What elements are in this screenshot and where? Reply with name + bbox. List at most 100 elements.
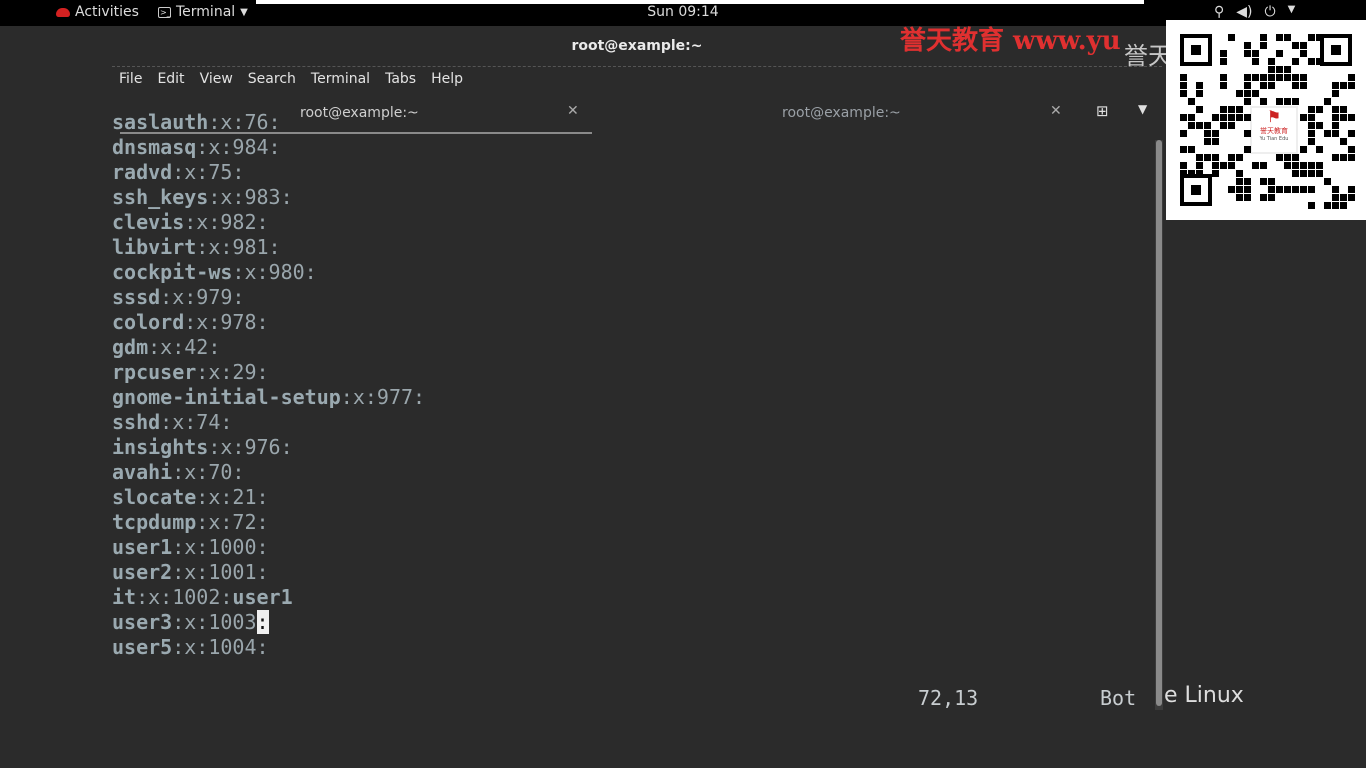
qr-module <box>1284 74 1291 81</box>
terminal-line: gnome-initial-setup:x:977: <box>112 385 1156 410</box>
qr-module <box>1204 122 1211 129</box>
terminal-line: user5:x:1004: <box>112 635 1156 660</box>
qr-module <box>1300 186 1307 193</box>
qr-module <box>1268 186 1275 193</box>
qr-module <box>1220 74 1227 81</box>
clock[interactable]: Sun 09:14 <box>0 4 1366 20</box>
menu-edit[interactable]: Edit <box>150 67 192 94</box>
qr-module <box>1284 98 1291 105</box>
terminal-line: user1:x:1000: <box>112 535 1156 560</box>
qr-module <box>1348 146 1355 153</box>
qr-module <box>1220 114 1227 121</box>
group-fields: :x:982: <box>184 210 269 234</box>
group-fields: :x:977: <box>340 385 426 409</box>
qr-module <box>1220 162 1227 169</box>
qr-module <box>1260 74 1267 81</box>
qr-module <box>1244 82 1251 89</box>
qr-logo: ⚑ 誉天教育 Yu Tian Edu <box>1250 106 1298 154</box>
qr-module <box>1308 34 1315 41</box>
menu-view[interactable]: View <box>193 67 241 94</box>
scroll-indicator: Bot <box>1100 686 1137 710</box>
qr-module <box>1300 114 1307 121</box>
group-name: insights <box>112 435 209 459</box>
qr-module <box>1308 138 1315 145</box>
terminal-line: user3:x:1003: <box>112 610 1156 635</box>
qr-module <box>1220 122 1227 129</box>
menu-search[interactable]: Search <box>241 67 304 94</box>
group-name: sssd <box>112 285 161 309</box>
menu-file[interactable]: File <box>112 67 150 94</box>
qr-module <box>1268 66 1275 73</box>
qr-module <box>1292 74 1299 81</box>
group-fields: :x:981: <box>196 235 281 259</box>
qr-module <box>1324 130 1331 137</box>
qr-module <box>1340 138 1347 145</box>
menu-tabs[interactable]: Tabs <box>378 67 424 94</box>
qr-module <box>1292 42 1299 49</box>
group-name: rpcuser <box>112 360 197 384</box>
qr-module <box>1228 122 1235 129</box>
group-member: user1 <box>232 585 293 609</box>
overlay-strip <box>256 0 1144 4</box>
qr-module <box>1244 186 1251 193</box>
qr-module <box>1348 114 1355 121</box>
group-name: gnome-initial-setup <box>112 385 341 409</box>
qr-module <box>1260 82 1267 89</box>
qr-module <box>1316 58 1323 65</box>
qr-module <box>1252 74 1259 81</box>
system-status-menu[interactable]: ⚲ ◀) ⏻ ▼ <box>1214 4 1295 20</box>
qr-module <box>1284 154 1291 161</box>
qr-module <box>1204 154 1211 161</box>
qr-module <box>1212 130 1219 137</box>
group-fields: :x:1001: <box>172 560 269 584</box>
group-fields: :x:29: <box>196 360 269 384</box>
terminal-line: radvd:x:75: <box>112 160 1156 185</box>
terminal-output[interactable]: saslauth:x:76: dnsmasq:x:984: radvd:x:75: s… <box>112 110 1156 710</box>
qr-module <box>1300 162 1307 169</box>
qr-module <box>1276 154 1283 161</box>
qr-module <box>1276 50 1283 57</box>
qr-module <box>1244 194 1251 201</box>
qr-module <box>1284 162 1291 169</box>
group-name: sshd <box>112 410 161 434</box>
qr-module <box>1220 58 1227 65</box>
terminal-line: gdm:x:42: <box>112 335 1156 360</box>
group-fields: :x:42: <box>148 335 221 359</box>
terminal-line: cockpit-ws:x:980: <box>112 260 1156 285</box>
qr-module <box>1244 90 1251 97</box>
menu-terminal[interactable]: Terminal <box>304 67 378 94</box>
qr-module <box>1340 82 1347 89</box>
group-fields: :x:70: <box>172 460 245 484</box>
qr-module <box>1228 162 1235 169</box>
qr-module <box>1300 146 1307 153</box>
qr-module <box>1180 146 1187 153</box>
qr-module <box>1308 122 1315 129</box>
group-fields: :x:21: <box>196 485 269 509</box>
qr-module <box>1308 170 1315 177</box>
scrollbar-thumb[interactable] <box>1156 140 1162 706</box>
qr-module <box>1196 90 1203 97</box>
qr-module <box>1204 138 1211 145</box>
group-name: avahi <box>112 460 173 484</box>
qr-module <box>1276 98 1283 105</box>
qr-module <box>1324 178 1331 185</box>
qr-module <box>1340 114 1347 121</box>
qr-module <box>1196 170 1203 177</box>
qr-module <box>1332 194 1339 201</box>
qr-module <box>1244 98 1251 105</box>
qr-module <box>1292 98 1299 105</box>
terminal-line: libvirt:x:981: <box>112 235 1156 260</box>
qr-module <box>1276 186 1283 193</box>
group-name: user3 <box>112 610 173 634</box>
group-name: cockpit-ws <box>112 260 233 284</box>
group-fields: :x:1004: <box>172 635 269 659</box>
menu-bar: File Edit View Search Terminal Tabs Help <box>112 66 1162 94</box>
qr-module <box>1292 154 1299 161</box>
qr-module <box>1220 50 1227 57</box>
qr-module <box>1236 178 1243 185</box>
group-fields: :x:76: <box>208 110 281 134</box>
qr-module <box>1180 82 1187 89</box>
menu-help[interactable]: Help <box>424 67 471 94</box>
qr-module <box>1196 82 1203 89</box>
qr-module <box>1220 106 1227 113</box>
